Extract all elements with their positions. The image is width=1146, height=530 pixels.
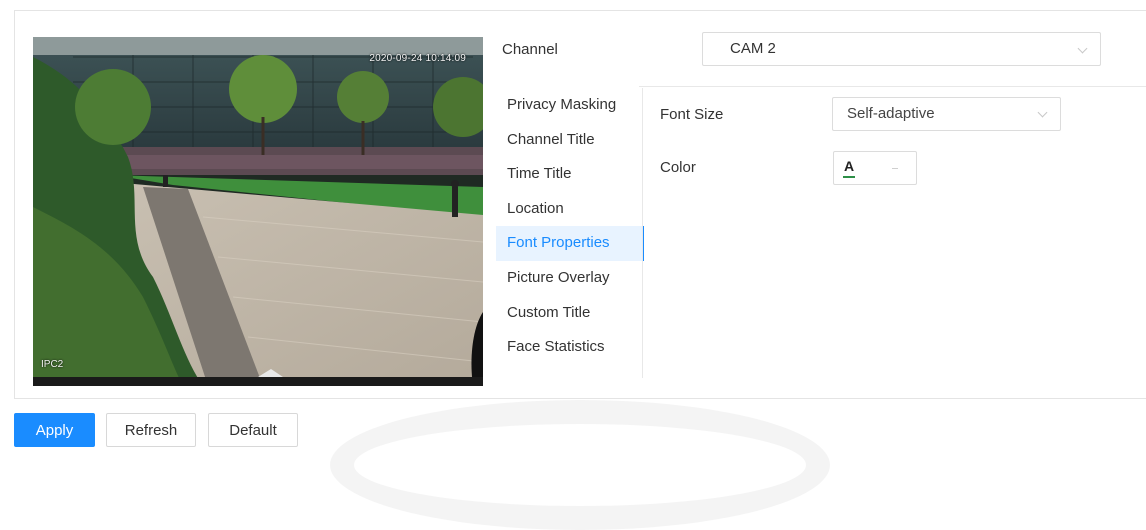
font-size-label: Font Size — [660, 106, 724, 123]
channel-select[interactable]: CAM 2 — [702, 32, 1101, 66]
channel-label: Channel — [502, 41, 558, 58]
video-channel-osd: IPC2 — [41, 359, 64, 370]
color-swatch — [843, 176, 855, 178]
font-color-icon: A — [844, 158, 855, 174]
default-button[interactable]: Default — [208, 413, 298, 447]
color-picker[interactable]: A — [833, 151, 917, 185]
video-preview: 2020-09-24 10:14:09 IPC2 — [33, 37, 483, 386]
menu-item-privacy-masking[interactable]: Privacy Masking — [496, 88, 643, 123]
apply-button[interactable]: Apply — [14, 413, 95, 447]
watermark-ring — [330, 400, 830, 530]
color-label: Color — [660, 159, 696, 176]
divider — [639, 86, 1146, 87]
osd-menu: Privacy Masking Channel Title Time Title… — [496, 88, 644, 365]
font-size-select[interactable]: Self-adaptive — [832, 97, 1061, 131]
divider — [642, 88, 643, 378]
chevron-down-icon — [1077, 43, 1088, 54]
dropdown-caret-icon — [892, 168, 898, 169]
menu-item-location[interactable]: Location — [496, 192, 643, 227]
menu-item-channel-title[interactable]: Channel Title — [496, 123, 643, 158]
osd-settings-panel: 2020-09-24 10:14:09 IPC2 Channel CAM 2 P… — [14, 10, 1146, 399]
menu-item-picture-overlay[interactable]: Picture Overlay — [496, 261, 643, 296]
menu-item-time-title[interactable]: Time Title — [496, 157, 643, 192]
menu-item-custom-title[interactable]: Custom Title — [496, 296, 643, 331]
refresh-button[interactable]: Refresh — [106, 413, 196, 447]
video-timestamp: 2020-09-24 10:14:09 — [369, 53, 466, 64]
font-size-select-value: Self-adaptive — [847, 105, 935, 122]
menu-item-face-statistics[interactable]: Face Statistics — [496, 330, 643, 365]
video-frame-image — [33, 37, 483, 386]
chevron-down-icon — [1037, 107, 1048, 118]
channel-select-value: CAM 2 — [730, 40, 776, 57]
menu-item-font-properties[interactable]: Font Properties — [496, 226, 644, 261]
